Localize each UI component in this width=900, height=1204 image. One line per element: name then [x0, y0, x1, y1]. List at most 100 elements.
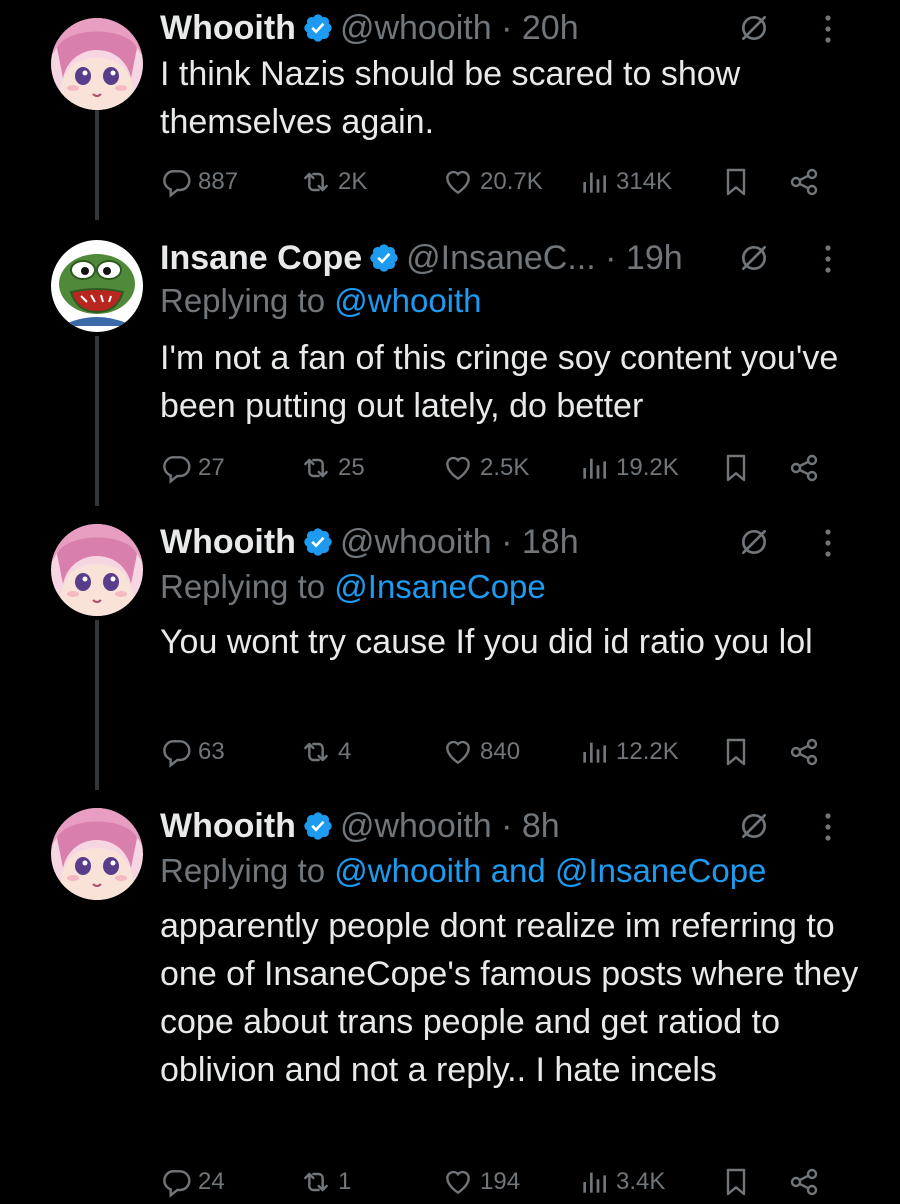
tweet[interactable]: Insane Cope @InsaneC... · 19h Replying to…	[0, 230, 900, 510]
reply-count: 63	[198, 738, 225, 765]
replying-to-label: Replying to	[160, 852, 326, 889]
display-name[interactable]: Whooith	[160, 807, 296, 845]
timestamp[interactable]: 18h	[522, 523, 579, 561]
like-count: 840	[480, 738, 521, 765]
repost-count: 4	[338, 738, 352, 765]
grok-icon[interactable]	[738, 242, 770, 274]
bookmark-icon	[720, 452, 752, 484]
mention-link[interactable]: @whooith	[334, 282, 481, 319]
handle[interactable]: @whooith	[340, 807, 492, 845]
reply-button[interactable]: 63	[160, 730, 225, 774]
heart-icon	[442, 166, 474, 198]
tweet[interactable]: Whooith @whooith · 8h Replying to @whooit…	[0, 798, 900, 1200]
bookmark-button[interactable]	[720, 160, 752, 204]
grok-icon[interactable]	[738, 12, 770, 44]
views-button[interactable]: 3.4K	[578, 1160, 665, 1204]
verified-badge-icon	[302, 810, 334, 842]
reply-count: 24	[198, 1168, 225, 1195]
action-bar: 24 1 194 3.4K	[160, 1160, 840, 1204]
like-count: 20.7K	[480, 168, 543, 195]
separator: ·	[501, 523, 513, 561]
share-button[interactable]	[788, 730, 820, 774]
reply-button[interactable]: 24	[160, 1160, 225, 1204]
more-options-icon[interactable]	[824, 244, 832, 274]
reply-icon	[160, 452, 192, 484]
timestamp[interactable]: 8h	[522, 807, 560, 845]
more-options-icon[interactable]	[824, 14, 832, 44]
mention-link[interactable]: @whooith	[334, 852, 481, 889]
reply-icon	[160, 166, 192, 198]
verified-badge-icon	[302, 526, 334, 558]
mention-link[interactable]: @InsaneCope	[334, 568, 545, 605]
views-icon	[578, 1166, 610, 1198]
avatar[interactable]	[51, 18, 143, 110]
grok-icon[interactable]	[738, 810, 770, 842]
display-name[interactable]: Insane Cope	[160, 239, 362, 277]
more-options-icon[interactable]	[824, 812, 832, 842]
repost-icon	[300, 452, 332, 484]
bookmark-button[interactable]	[720, 1160, 752, 1204]
repost-count: 2K	[338, 168, 368, 195]
handle[interactable]: @whooith	[340, 523, 492, 561]
tweet-text: apparently people dont realize im referr…	[160, 907, 859, 1089]
handle[interactable]: @whooith	[340, 9, 492, 47]
like-button[interactable]: 2.5K	[442, 446, 529, 490]
share-icon	[788, 1166, 820, 1198]
repost-button[interactable]: 4	[300, 730, 351, 774]
display-name[interactable]: Whooith	[160, 9, 296, 47]
timestamp[interactable]: 20h	[522, 9, 579, 47]
repost-button[interactable]: 1	[300, 1160, 351, 1204]
tweet-header: Insane Cope @InsaneC... · 19h	[160, 230, 880, 286]
action-bar: 27 25 2.5K 19.2K	[160, 446, 840, 490]
repost-count: 25	[338, 454, 365, 481]
share-icon	[788, 166, 820, 198]
views-count: 3.4K	[616, 1168, 666, 1195]
reply-icon	[160, 736, 192, 768]
repost-button[interactable]: 25	[300, 446, 365, 490]
repost-icon	[300, 736, 332, 768]
reply-button[interactable]: 887	[160, 160, 238, 204]
tweet[interactable]: Whooith @whooith · 20h I think Nazis shou…	[0, 0, 900, 220]
more-options-icon[interactable]	[824, 528, 832, 558]
bookmark-button[interactable]	[720, 730, 752, 774]
reply-button[interactable]: 27	[160, 446, 225, 490]
avatar[interactable]	[51, 524, 143, 616]
replying-to: Replying to @whooith	[160, 282, 482, 320]
timestamp[interactable]: 19h	[626, 239, 683, 277]
bookmark-button[interactable]	[720, 446, 752, 490]
avatar[interactable]	[51, 808, 143, 900]
repost-button[interactable]: 2K	[300, 160, 367, 204]
grok-icon[interactable]	[738, 526, 770, 558]
tweet-text: I think Nazis should be scared to show t…	[160, 55, 741, 141]
handle[interactable]: @InsaneC...	[406, 239, 596, 277]
replying-to-label: Replying to	[160, 568, 326, 605]
mention-conjunction: and	[490, 852, 546, 889]
display-name[interactable]: Whooith	[160, 523, 296, 561]
replying-to-label: Replying to	[160, 282, 326, 319]
reply-icon	[160, 1166, 192, 1198]
views-button[interactable]: 314K	[578, 160, 672, 204]
heart-icon	[442, 736, 474, 768]
share-button[interactable]	[788, 160, 820, 204]
views-button[interactable]: 12.2K	[578, 730, 679, 774]
views-icon	[578, 736, 610, 768]
repost-count: 1	[338, 1168, 352, 1195]
tweet-text: You wont try cause If you did id ratio y…	[160, 623, 813, 661]
views-icon	[578, 166, 610, 198]
share-button[interactable]	[788, 1160, 820, 1204]
bookmark-icon	[720, 1166, 752, 1198]
reply-count: 887	[198, 168, 239, 195]
separator: ·	[501, 807, 513, 845]
views-icon	[578, 452, 610, 484]
separator: ·	[501, 9, 513, 47]
mention-link[interactable]: @InsaneCope	[555, 852, 766, 889]
tweet[interactable]: Whooith @whooith · 18h Replying to @Insan…	[0, 514, 900, 794]
tweet-header: Whooith @whooith · 18h	[160, 514, 880, 570]
views-button[interactable]: 19.2K	[578, 446, 679, 490]
avatar[interactable]	[51, 240, 143, 332]
like-button[interactable]: 194	[442, 1160, 520, 1204]
share-button[interactable]	[788, 446, 820, 490]
like-button[interactable]: 20.7K	[442, 160, 543, 204]
action-bar: 63 4 840 12.2K	[160, 730, 840, 774]
like-button[interactable]: 840	[442, 730, 520, 774]
